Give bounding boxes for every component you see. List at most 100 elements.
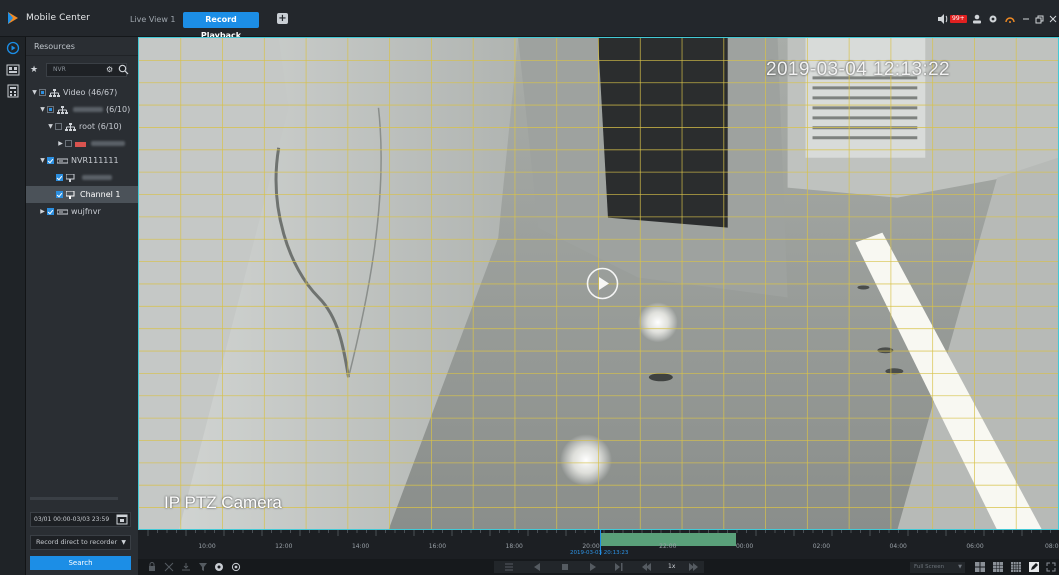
camera-icon bbox=[66, 173, 75, 182]
timeline-current-time: 2019-03-03 20:13:23 bbox=[570, 550, 629, 556]
function-rail bbox=[0, 37, 26, 575]
record-source-value: Record direct to recorder bbox=[36, 538, 118, 546]
video-window[interactable]: 2019-03-04 12:13:22 IP PTZ Camera bbox=[138, 37, 1059, 530]
resource-search-row: ★ NVR ⚙ bbox=[30, 63, 135, 77]
playback-mode-icon[interactable] bbox=[6, 41, 20, 55]
chevron-down-icon: ▼ bbox=[121, 539, 126, 546]
tree-checkbox[interactable] bbox=[55, 123, 62, 130]
expand-caret-icon[interactable]: ▼ bbox=[46, 123, 55, 130]
view-mode-value: Full Screen bbox=[914, 564, 945, 570]
tree-checkbox[interactable] bbox=[47, 157, 54, 164]
filter-gear-icon[interactable]: ⚙ bbox=[106, 65, 113, 74]
tree-checkbox[interactable] bbox=[47, 106, 54, 113]
playback-controls: 1x bbox=[494, 561, 704, 573]
list-icon[interactable] bbox=[504, 562, 514, 572]
redacted-name bbox=[82, 175, 112, 180]
tree-node-wujfnvr[interactable]: ▶ wujfnvr bbox=[26, 203, 138, 220]
tree-checkbox[interactable] bbox=[56, 191, 63, 198]
tree-node-label: (6/10) bbox=[106, 105, 131, 114]
timeline-label: 22:00 bbox=[659, 543, 677, 550]
layout-16-icon[interactable] bbox=[1011, 562, 1021, 572]
stop-icon[interactable] bbox=[560, 562, 570, 572]
speaker-icon[interactable] bbox=[937, 13, 949, 25]
expand-caret-icon[interactable]: ▼ bbox=[38, 106, 47, 113]
expand-caret-icon[interactable]: ▼ bbox=[38, 157, 47, 164]
play-forward-icon[interactable] bbox=[588, 562, 598, 572]
device-list-icon[interactable] bbox=[6, 63, 20, 77]
play-icon[interactable] bbox=[586, 267, 619, 300]
device-tree: ▼ Video (46/67) ▼ (6/10) ▼ root (6/10) ▶… bbox=[26, 84, 138, 220]
timeline-ticks bbox=[147, 530, 1051, 536]
search-icon[interactable] bbox=[118, 64, 129, 75]
fullscreen-icon[interactable] bbox=[1046, 562, 1056, 572]
app-brand: Mobile Center bbox=[6, 10, 90, 26]
tree-node-label: root (6/10) bbox=[79, 122, 122, 131]
next-frame-icon[interactable] bbox=[614, 562, 624, 572]
tree-checkbox[interactable] bbox=[39, 89, 46, 96]
layout-9-icon[interactable] bbox=[993, 562, 1003, 572]
gear-icon[interactable] bbox=[988, 13, 998, 25]
tree-node-device[interactable]: ▶ bbox=[26, 135, 138, 152]
calculator-icon[interactable] bbox=[6, 84, 20, 98]
restore-window-icon[interactable] bbox=[1035, 13, 1044, 25]
favorite-star-icon[interactable]: ★ bbox=[30, 65, 40, 75]
tree-node-label: Channel 1 bbox=[80, 190, 121, 199]
tree-node-label: wujfnvr bbox=[71, 207, 101, 216]
smart-search-icon[interactable] bbox=[214, 562, 224, 572]
org-tree-icon bbox=[49, 88, 60, 97]
panel-scrollbar[interactable] bbox=[30, 497, 118, 500]
playback-speed[interactable]: 1x bbox=[668, 562, 675, 572]
minimize-icon[interactable] bbox=[1022, 13, 1030, 25]
collapse-caret-icon[interactable]: ▶ bbox=[38, 208, 47, 215]
timeline-label: 04:00 bbox=[889, 543, 907, 550]
close-icon[interactable] bbox=[1049, 13, 1057, 25]
tree-checkbox[interactable] bbox=[47, 208, 54, 215]
tab-record-playback[interactable]: Record Playback bbox=[183, 12, 259, 40]
fast-icon[interactable] bbox=[688, 562, 698, 572]
recorder-icon bbox=[57, 209, 68, 214]
playback-toolbar: 1x Full Screen ▼ bbox=[138, 559, 1059, 575]
playback-timeline[interactable]: 10:00 12:00 14:00 16:00 18:00 20:00 22:00 00:00… bbox=[138, 530, 1059, 559]
view-mode-select[interactable]: Full Screen ▼ bbox=[910, 562, 965, 573]
reverse-icon[interactable] bbox=[532, 562, 542, 572]
resource-search-input[interactable]: NVR bbox=[46, 63, 127, 77]
layout-4-icon[interactable] bbox=[975, 562, 985, 572]
record-source-select[interactable]: Record direct to recorder ▼ bbox=[30, 535, 131, 550]
tree-node-group[interactable]: ▼ (6/10) bbox=[26, 101, 138, 118]
slow-icon[interactable] bbox=[642, 562, 652, 572]
clip-icon[interactable] bbox=[164, 562, 174, 572]
filter-icon[interactable] bbox=[198, 562, 208, 572]
osd-timestamp: 2019-03-04 12:13:22 bbox=[766, 59, 951, 80]
notification-badge: 99+ bbox=[950, 15, 967, 23]
timeline-label: 02:00 bbox=[812, 543, 831, 550]
user-icon[interactable] bbox=[972, 13, 982, 25]
tree-node-label: Video (46/67) bbox=[63, 88, 118, 97]
add-tab-icon[interactable]: + bbox=[277, 13, 288, 24]
tree-node-channel[interactable] bbox=[26, 169, 138, 186]
tree-checkbox[interactable] bbox=[56, 174, 63, 181]
tree-node-nvr[interactable]: ▼ NVR111111 bbox=[26, 152, 138, 169]
collapse-caret-icon[interactable]: ▶ bbox=[56, 140, 65, 147]
calendar-icon[interactable] bbox=[116, 514, 128, 525]
timeline-label: 00:00 bbox=[735, 543, 754, 550]
target-icon[interactable] bbox=[231, 562, 241, 572]
tree-node-root[interactable]: ▼ root (6/10) bbox=[26, 118, 138, 135]
lock-icon[interactable] bbox=[147, 562, 157, 572]
recorder-icon bbox=[75, 141, 86, 147]
tab-live-view[interactable]: Live View 1 bbox=[122, 12, 184, 28]
timeline-label: 20:00 bbox=[582, 543, 600, 550]
recorder-icon bbox=[57, 158, 68, 163]
search-button[interactable]: Search bbox=[30, 556, 131, 570]
timeline-label: 16:00 bbox=[428, 543, 447, 550]
edit-layout-icon[interactable] bbox=[1029, 562, 1039, 572]
redacted-name bbox=[91, 141, 125, 146]
timeline-label: 08:0 bbox=[1045, 543, 1059, 550]
download-icon[interactable] bbox=[181, 562, 191, 572]
tree-node-video[interactable]: ▼ Video (46/67) bbox=[26, 84, 138, 101]
network-status-icon[interactable] bbox=[1005, 13, 1015, 25]
org-tree-icon bbox=[65, 122, 76, 131]
tree-checkbox[interactable] bbox=[65, 140, 72, 147]
timeline-label: 18:00 bbox=[505, 543, 523, 550]
expand-caret-icon[interactable]: ▼ bbox=[30, 89, 39, 96]
tree-node-channel-1[interactable]: Channel 1 bbox=[26, 186, 138, 203]
